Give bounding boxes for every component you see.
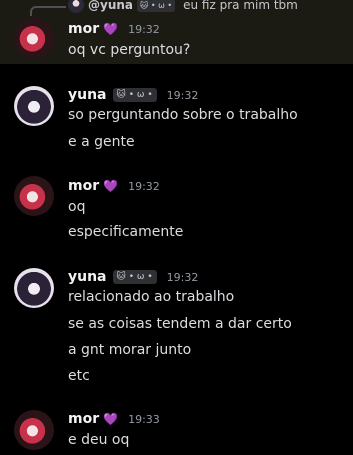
message-header: yuna 🐱 • ω • 19:32 (68, 268, 198, 286)
reply-avatar (68, 0, 84, 13)
username[interactable]: yuna (68, 269, 107, 285)
server-tag: 🐱 • ω • (112, 88, 157, 102)
server-tag: 🐱 • ω • (112, 270, 157, 284)
reply-text[interactable]: eu fiz pra mim tbm (183, 0, 298, 12)
heart-icon: 💜 (103, 22, 119, 36)
message-text: especificamente (68, 224, 184, 240)
message-text: oq (68, 199, 86, 215)
reply-username[interactable]: @yuna (88, 0, 133, 12)
heart-icon: 💜 (103, 179, 119, 193)
avatar[interactable] (14, 410, 54, 450)
username[interactable]: mor (68, 21, 99, 37)
message-text: se as coisas tendem a dar certo (68, 316, 292, 332)
heart-icon: 💜 (103, 412, 119, 426)
timestamp: 19:32 (128, 22, 160, 36)
message-header: mor 💜 19:32 (68, 20, 160, 38)
message-text: etc (68, 368, 90, 384)
message-text: a gnt morar junto (68, 342, 192, 358)
message-header: mor 💜 19:33 (68, 410, 160, 428)
reply-server-tag: 🐱 • ω • (137, 0, 176, 12)
avatar[interactable] (14, 268, 54, 308)
message-text: relacionado ao trabalho (68, 289, 235, 305)
message-text: e deu oq (68, 432, 130, 448)
message-header: mor 💜 19:32 (68, 177, 160, 195)
message-text: so perguntando sobre o trabalho (68, 107, 298, 123)
message-text: e a gente (68, 134, 135, 150)
avatar[interactable] (14, 18, 54, 58)
timestamp: 19:32 (128, 179, 160, 193)
message-header: yuna 🐱 • ω • 19:32 (68, 86, 198, 104)
avatar[interactable] (14, 86, 54, 126)
username[interactable]: mor (68, 178, 99, 194)
timestamp: 19:32 (166, 88, 199, 102)
reply-preview[interactable]: @yuna 🐱 • ω • eu fiz pra mim tbm (68, 0, 298, 13)
chat-message-list: @yuna 🐱 • ω • eu fiz pra mim tbm mor 💜 1… (0, 0, 353, 455)
username[interactable]: mor (68, 411, 99, 427)
reply-connector-line (30, 6, 66, 16)
username[interactable]: yuna (68, 87, 107, 103)
message-text: oq vc perguntou? (68, 42, 191, 58)
avatar[interactable] (14, 176, 54, 216)
timestamp: 19:33 (128, 412, 160, 426)
timestamp: 19:32 (166, 270, 199, 284)
